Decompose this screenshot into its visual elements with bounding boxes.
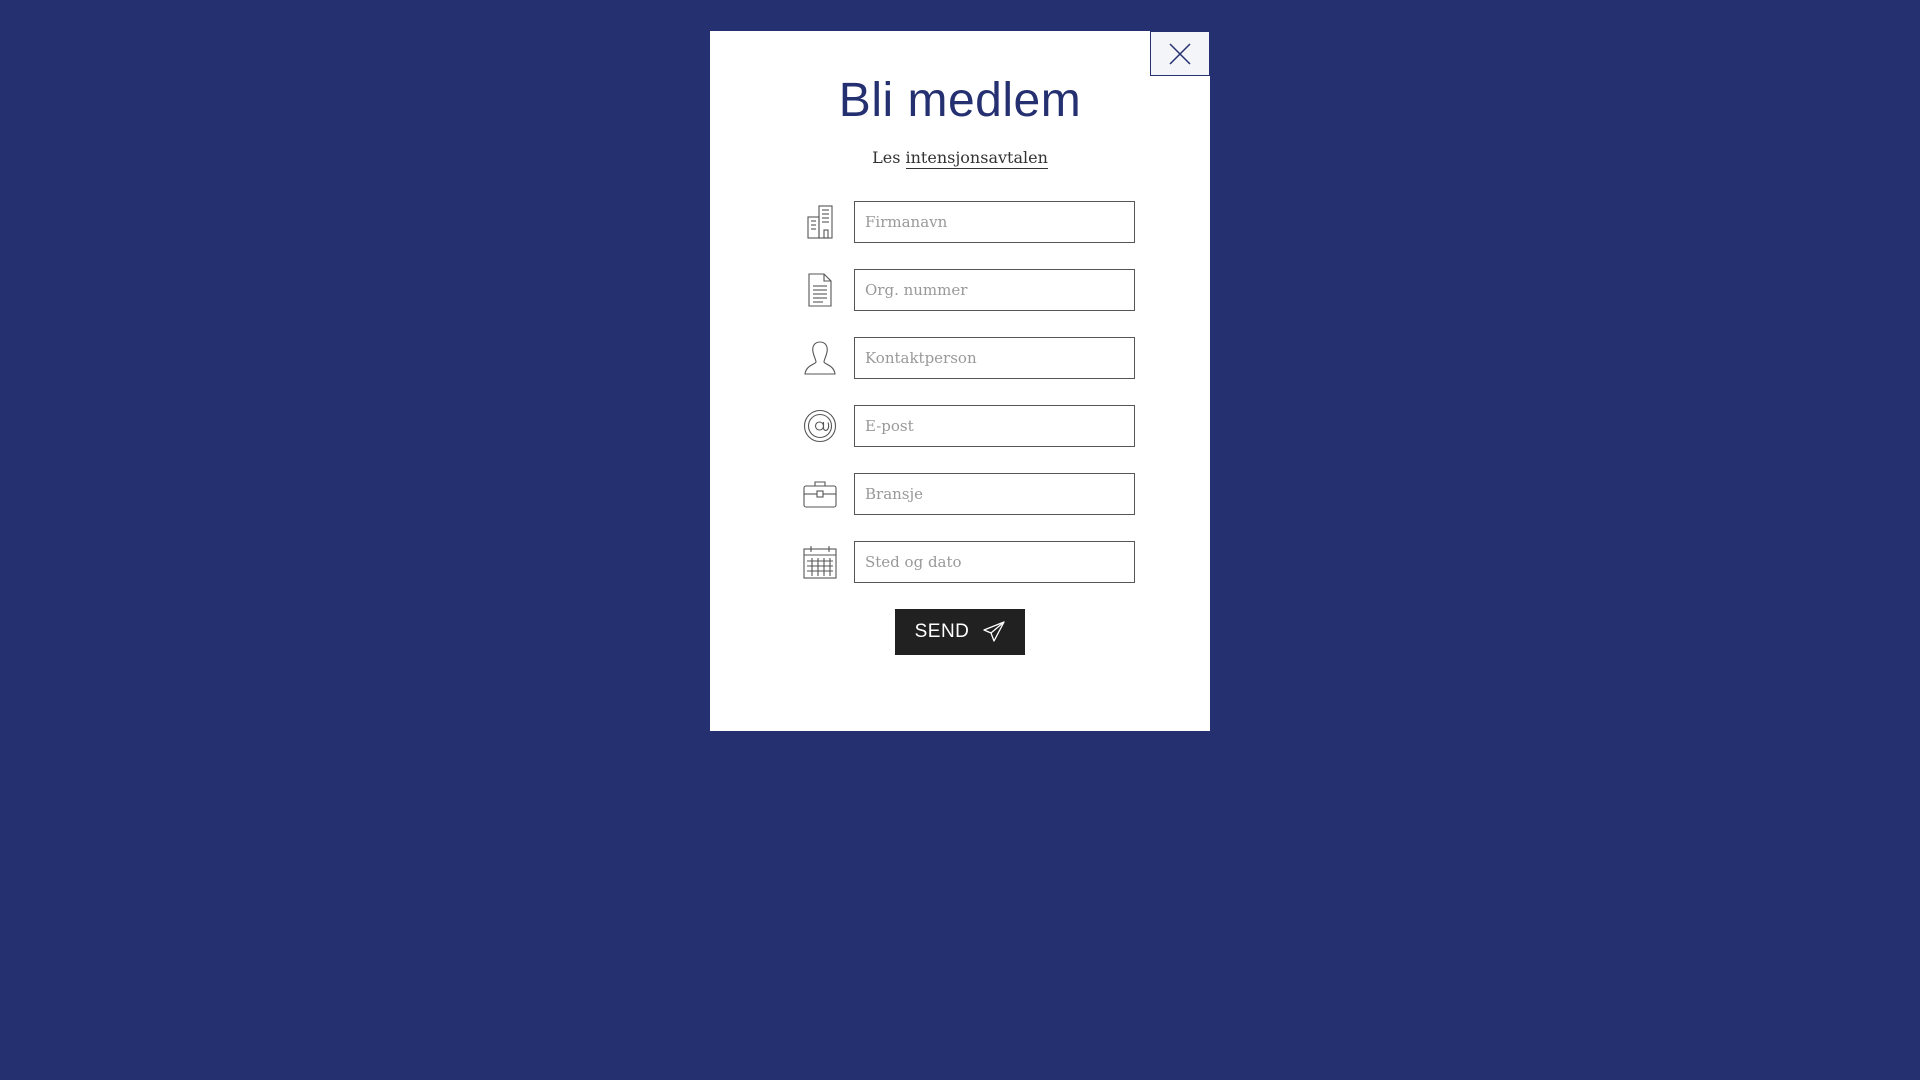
document-icon [802,269,838,311]
briefcase-icon [802,473,838,515]
send-button-label: SEND [914,621,970,642]
field-row-email [802,405,1137,447]
modal-title: Bli medlem [838,74,1082,127]
at-sign-icon [802,405,838,447]
field-row-place-date [802,541,1137,583]
person-icon [802,337,838,379]
place-date-input[interactable] [854,541,1135,583]
field-row-company [802,201,1137,243]
agreement-link[interactable]: intensjonsavtalen [905,148,1048,169]
field-row-industry [802,473,1137,515]
calendar-icon [802,541,838,583]
field-row-org-number [802,269,1137,311]
building-icon [802,201,838,243]
close-icon [1169,42,1191,65]
org-number-input[interactable] [854,269,1135,311]
close-button[interactable] [1150,31,1210,76]
industry-input[interactable] [854,473,1135,515]
send-button[interactable]: SEND [895,609,1025,655]
paper-plane-icon [983,621,1006,643]
email-input[interactable] [854,405,1135,447]
company-name-input[interactable] [854,201,1135,243]
modal-subtitle: Les intensjonsavtalen [710,148,1210,169]
contact-person-input[interactable] [854,337,1135,379]
field-row-contact [802,337,1137,379]
subtitle-prefix: Les [872,148,901,167]
membership-modal: Bli medlem Les intensjonsavtalen Firmana… [710,31,1210,731]
